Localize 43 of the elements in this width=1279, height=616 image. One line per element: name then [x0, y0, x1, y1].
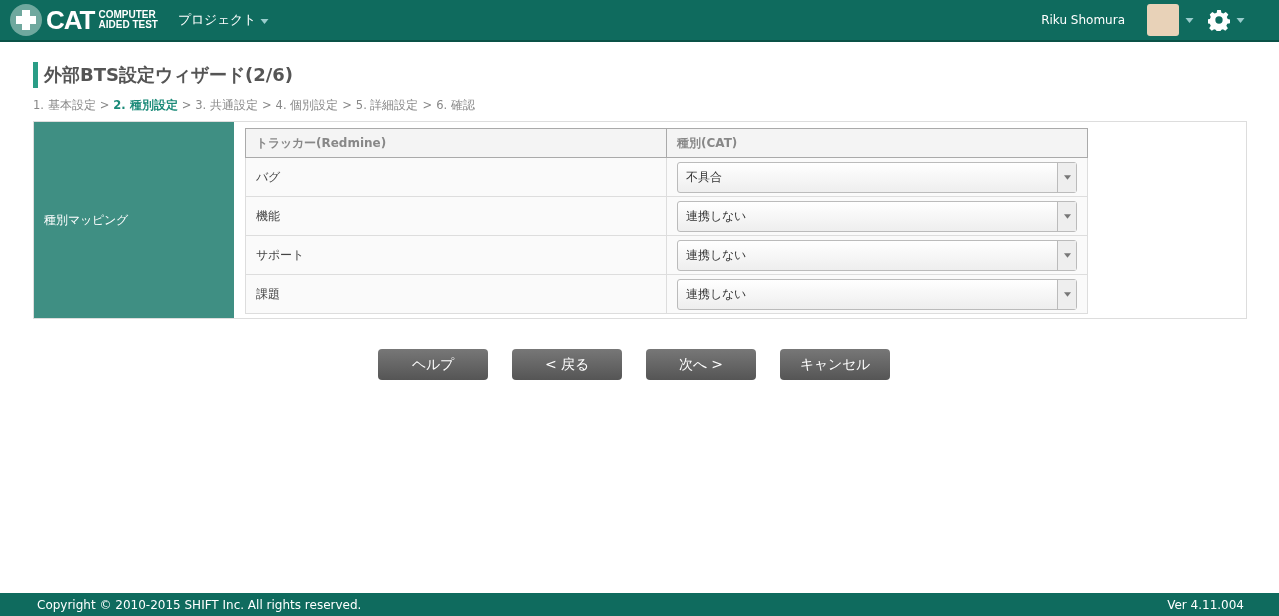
- type-dropdown[interactable]: 不具合: [677, 161, 1077, 193]
- project-menu[interactable]: プロジェクト: [177, 11, 270, 29]
- column-header: 種別(CAT): [666, 128, 1088, 158]
- wizard-button[interactable]: ヘルプ: [378, 349, 488, 380]
- caret-icon: [1063, 252, 1071, 258]
- wizard-step: 5. 詳細設定: [355, 98, 419, 113]
- step-separator: >: [422, 98, 433, 113]
- wizard-button[interactable]: キャンセル: [780, 349, 890, 380]
- type-dropdown[interactable]: 連携しない: [677, 239, 1077, 271]
- caret-icon[interactable]: [1185, 17, 1194, 23]
- logo-text: CAT: [46, 4, 95, 36]
- column-header: トラッカー(Redmine): [245, 128, 667, 158]
- wizard-button[interactable]: < 戻る: [512, 349, 622, 380]
- type-dropdown[interactable]: 連携しない: [677, 278, 1077, 310]
- caret-icon: [260, 19, 270, 24]
- wizard-step: 4. 個別設定: [275, 98, 339, 113]
- caret-icon: [1063, 174, 1071, 180]
- table-cell: サポート: [245, 235, 667, 275]
- logo-subtitle: AIDED TEST: [98, 20, 158, 30]
- wizard-button[interactable]: 次へ >: [646, 349, 756, 380]
- table-cell: 課題: [245, 274, 667, 314]
- user-name[interactable]: Riku Shomura: [1041, 13, 1125, 27]
- table-cell: 機能: [245, 196, 667, 236]
- page-title: 外部BTS設定ウィザード(2/6): [33, 62, 1247, 88]
- type-dropdown[interactable]: 連携しない: [677, 200, 1077, 232]
- settings-icon[interactable]: [1208, 9, 1230, 31]
- wizard-step: 3. 共通設定: [195, 98, 258, 113]
- caret-icon[interactable]: [1236, 17, 1245, 23]
- step-separator: >: [99, 98, 110, 113]
- caret-icon: [1063, 213, 1071, 219]
- table-cell: バグ: [245, 157, 667, 197]
- step-separator: >: [342, 98, 352, 113]
- copyright-text: Copyright © 2010-2015 SHIFT Inc. All rights reserved.: [37, 597, 362, 612]
- version-text: Ver 4.11.004: [1167, 597, 1244, 612]
- wizard-step: 1. 基本設定: [33, 98, 96, 113]
- caret-icon: [1063, 291, 1071, 297]
- logo-subtitle: COMPUTER: [98, 10, 157, 20]
- field-label: 種別マッピング: [34, 122, 234, 318]
- step-separator: >: [261, 98, 272, 113]
- wizard-step: 6. 確認: [436, 98, 475, 113]
- step-separator: >: [181, 98, 192, 113]
- wizard-step: 2. 種別設定: [113, 98, 178, 113]
- cross-logo-icon: [10, 4, 42, 36]
